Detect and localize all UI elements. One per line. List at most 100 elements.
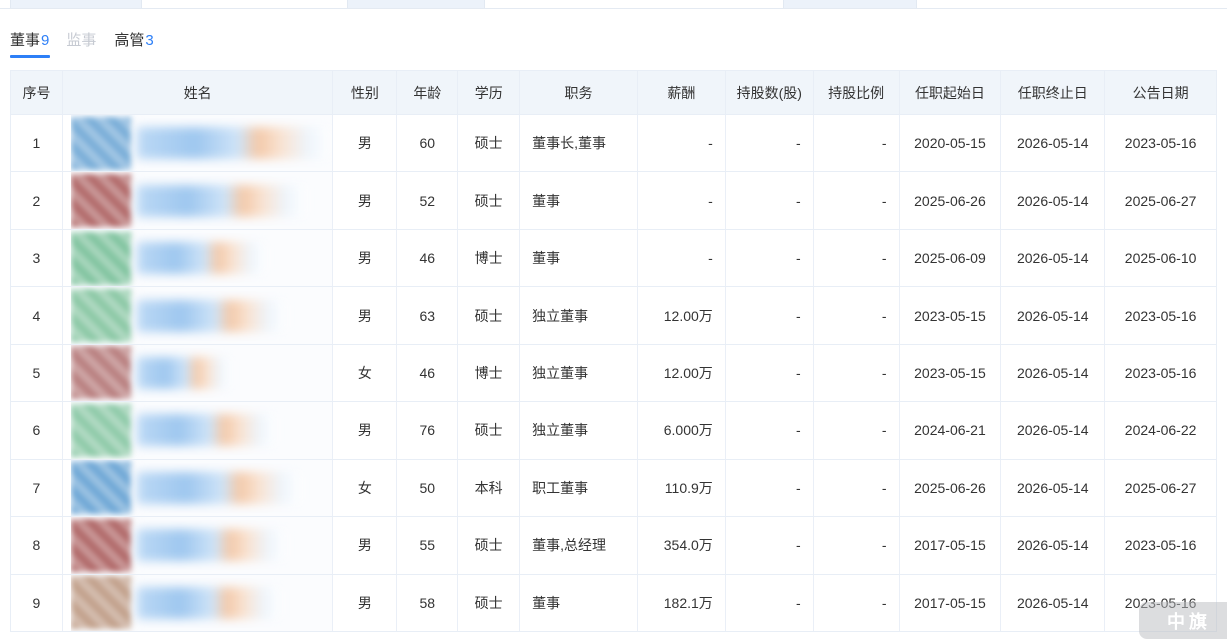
table-body: 1男60硕士董事长,董事---2020-05-152026-05-142023-… xyxy=(11,114,1216,631)
redacted-name-blur xyxy=(137,300,287,332)
cell-salary: 12.00万 xyxy=(638,287,726,343)
cell-education: 硕士 xyxy=(458,575,520,631)
cell-end_date: 2026-05-14 xyxy=(1001,460,1105,516)
cell-announce_date: 2023-05-16 xyxy=(1105,517,1216,573)
cell-name xyxy=(63,345,334,401)
column-header-position: 职务 xyxy=(520,71,638,114)
cell-position: 董事 xyxy=(520,575,638,631)
cell-position: 独立董事 xyxy=(520,287,638,343)
cell-age: 52 xyxy=(397,172,458,228)
cell-position: 董事长,董事 xyxy=(520,115,638,171)
avatar xyxy=(71,174,131,227)
cell-announce_date: 2025-06-27 xyxy=(1105,460,1216,516)
top-tab-remnant xyxy=(783,0,917,8)
cell-end_date: 2026-05-14 xyxy=(1001,517,1105,573)
cell-announce_date: 2025-06-27 xyxy=(1105,172,1216,228)
cell-gender: 男 xyxy=(333,172,397,228)
redacted-name-mosaic xyxy=(71,172,333,228)
cell-age: 46 xyxy=(397,345,458,401)
column-header-education: 学历 xyxy=(458,71,520,114)
avatar xyxy=(71,461,131,514)
cell-salary: 6.000万 xyxy=(638,402,726,458)
redacted-name-blur xyxy=(137,587,282,619)
redacted-name-blur xyxy=(137,185,307,217)
top-tab-remnant-strip xyxy=(0,0,1227,9)
redacted-name-mosaic xyxy=(71,575,333,631)
avatar xyxy=(71,289,131,342)
redacted-name-mosaic xyxy=(71,517,333,573)
cell-gender: 男 xyxy=(333,575,397,631)
cell-share_ratio: - xyxy=(814,287,900,343)
top-tab-remnant xyxy=(142,0,347,8)
tab-directors-count: 9 xyxy=(41,32,49,49)
cell-age: 58 xyxy=(397,575,458,631)
cell-name xyxy=(63,460,334,516)
avatar xyxy=(71,404,131,457)
cell-age: 63 xyxy=(397,287,458,343)
cell-shares: - xyxy=(726,517,814,573)
cell-age: 60 xyxy=(397,115,458,171)
cell-share_ratio: - xyxy=(814,115,900,171)
cell-announce_date: 2024-06-22 xyxy=(1105,402,1216,458)
cell-shares: - xyxy=(726,230,814,286)
cell-share_ratio: - xyxy=(814,345,900,401)
cell-education: 本科 xyxy=(458,460,520,516)
table-row: 8男55硕士董事,总经理354.0万--2017-05-152026-05-14… xyxy=(11,516,1216,573)
cell-salary: 182.1万 xyxy=(638,575,726,631)
cell-gender: 男 xyxy=(333,230,397,286)
cell-start_date: 2017-05-15 xyxy=(900,517,1002,573)
cell-gender: 男 xyxy=(333,402,397,458)
cell-name xyxy=(63,402,334,458)
cell-education: 硕士 xyxy=(458,172,520,228)
redacted-name-blur xyxy=(137,414,277,446)
cell-salary: - xyxy=(638,115,726,171)
cell-share_ratio: - xyxy=(814,575,900,631)
table-row: 3男46博士董事---2025-06-092026-05-142025-06-1… xyxy=(11,229,1216,286)
cell-position: 董事 xyxy=(520,230,638,286)
watermark-badge: 中旗 xyxy=(1139,602,1227,639)
top-tab-remnant xyxy=(347,0,485,8)
column-header-name: 姓名 xyxy=(63,71,334,114)
cell-index: 7 xyxy=(11,460,63,516)
cell-age: 50 xyxy=(397,460,458,516)
column-header-announce_date: 公告日期 xyxy=(1105,71,1216,114)
table-header-row: 序号姓名性别年龄学历职务薪酬持股数(股)持股比例任职起始日任职终止日公告日期 xyxy=(11,71,1216,114)
cell-shares: - xyxy=(726,172,814,228)
board-tabs: 董事9 监事 高管3 xyxy=(10,30,171,58)
cell-name xyxy=(63,287,334,343)
top-tab-remnant xyxy=(10,0,142,8)
cell-age: 46 xyxy=(397,230,458,286)
cell-salary: - xyxy=(638,230,726,286)
cell-share_ratio: - xyxy=(814,517,900,573)
cell-name xyxy=(63,172,334,228)
tab-supervisors[interactable]: 监事 xyxy=(66,30,97,58)
redacted-name-mosaic xyxy=(71,402,333,458)
cell-shares: - xyxy=(726,115,814,171)
directors-page: { "theme": { "accent_blue": "#2d7ff7", "… xyxy=(0,0,1227,642)
cell-end_date: 2026-05-14 xyxy=(1001,287,1105,343)
cell-end_date: 2026-05-14 xyxy=(1001,230,1105,286)
tab-directors[interactable]: 董事9 xyxy=(10,30,49,58)
avatar xyxy=(71,519,131,572)
redacted-name-blur xyxy=(137,357,232,389)
cell-gender: 男 xyxy=(333,287,397,343)
directors-table: 序号姓名性别年龄学历职务薪酬持股数(股)持股比例任职起始日任职终止日公告日期 1… xyxy=(10,70,1217,632)
redacted-name-mosaic xyxy=(71,230,333,286)
cell-gender: 女 xyxy=(333,345,397,401)
cell-position: 独立董事 xyxy=(520,402,638,458)
cell-announce_date: 2025-06-10 xyxy=(1105,230,1216,286)
redacted-name-blur xyxy=(137,529,287,561)
cell-gender: 女 xyxy=(333,460,397,516)
cell-start_date: 2020-05-15 xyxy=(900,115,1002,171)
avatar xyxy=(71,346,131,399)
avatar xyxy=(71,117,131,170)
cell-position: 职工董事 xyxy=(520,460,638,516)
avatar xyxy=(71,576,131,629)
cell-announce_date: 2023-05-16 xyxy=(1105,287,1216,343)
redacted-name-blur xyxy=(137,242,267,274)
redacted-name-mosaic xyxy=(71,460,333,516)
tab-supervisors-label: 监事 xyxy=(66,32,96,49)
cell-education: 硕士 xyxy=(458,517,520,573)
cell-index: 3 xyxy=(11,230,63,286)
tab-executives[interactable]: 高管3 xyxy=(114,30,153,58)
